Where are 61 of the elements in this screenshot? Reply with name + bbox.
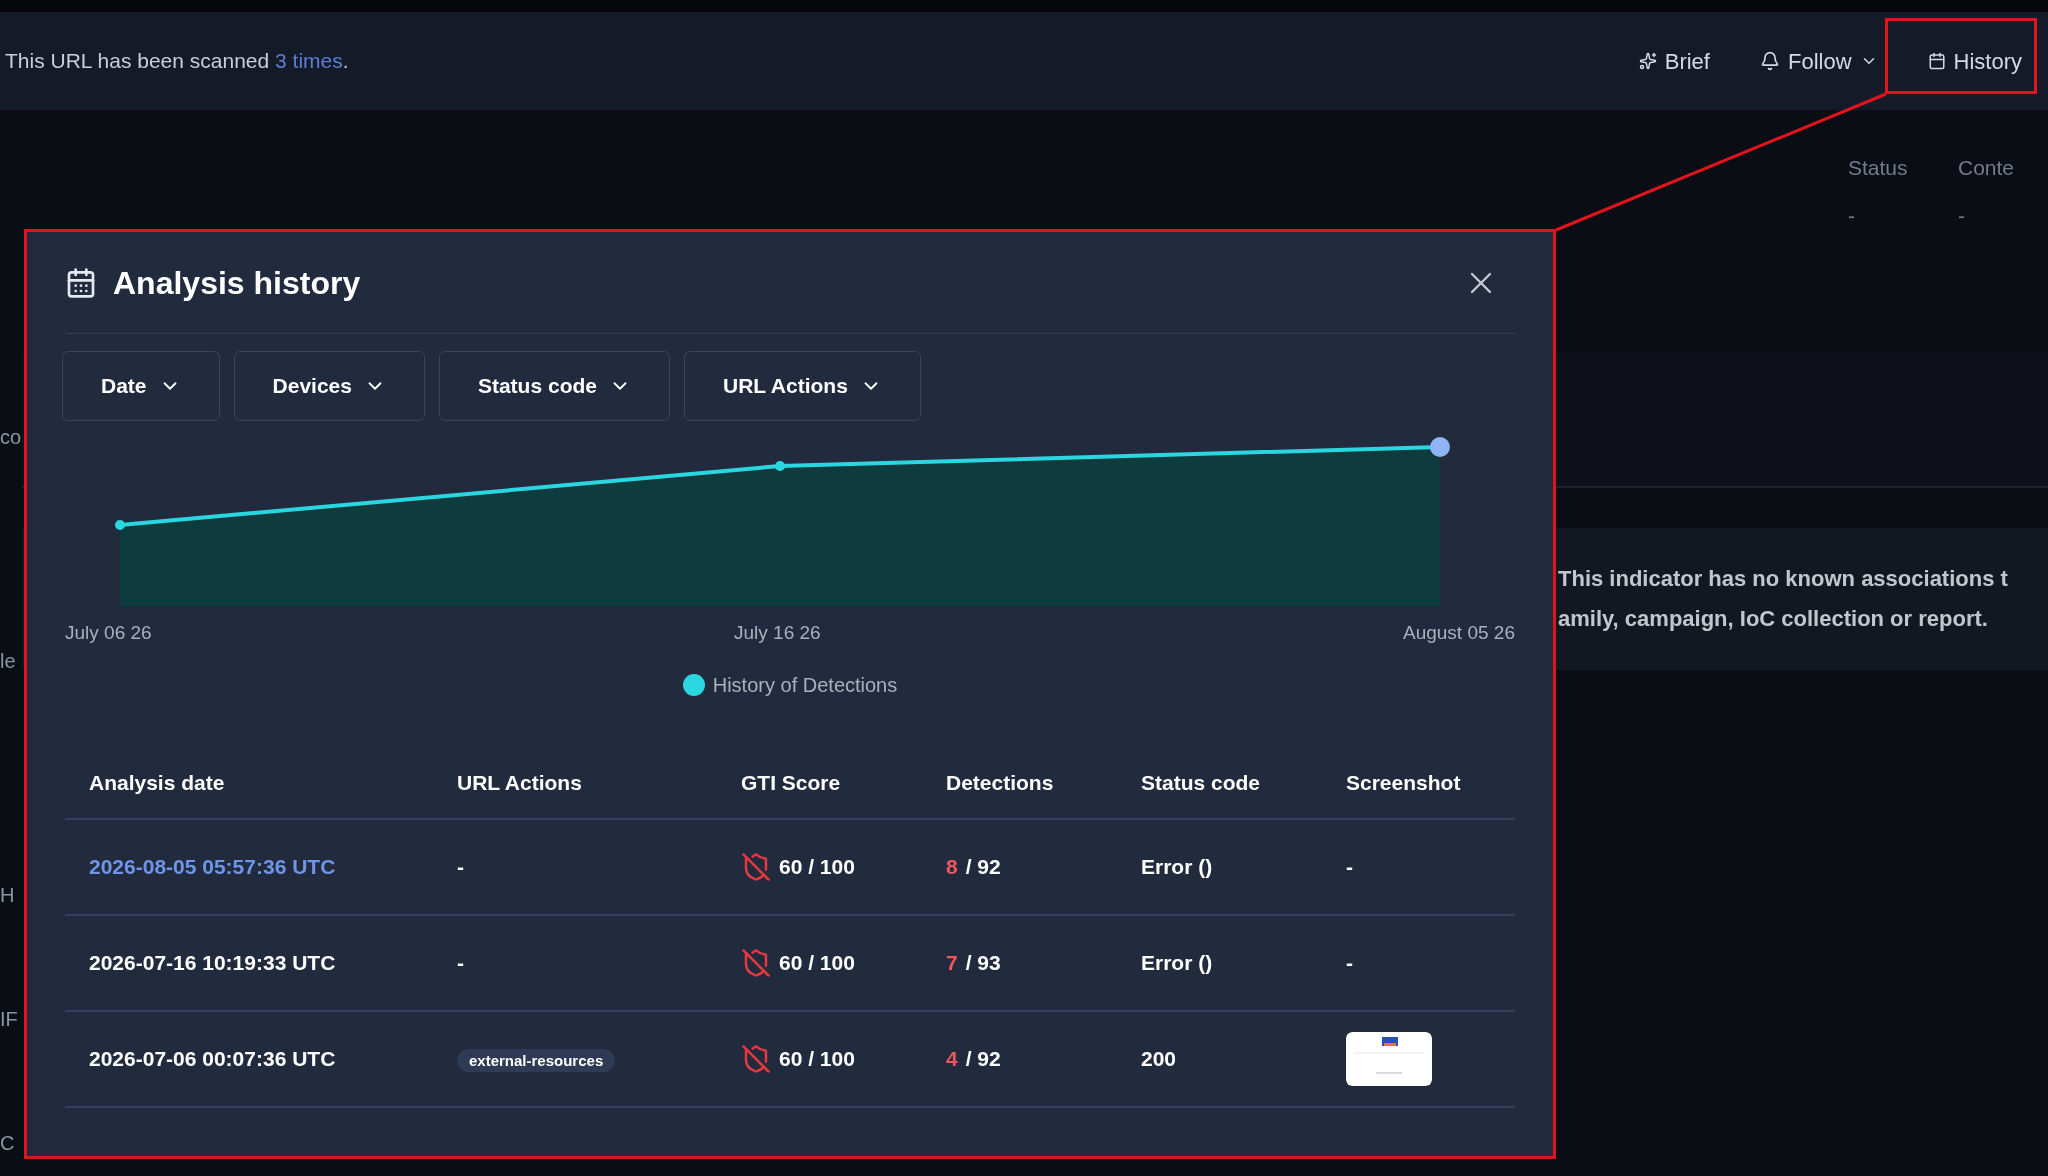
url-action-tag: external-resources	[457, 1048, 616, 1072]
column-header: Analysis date	[89, 769, 226, 796]
axis-label: July 16 26	[734, 621, 821, 645]
action-button[interactable]: History	[1919, 36, 2030, 86]
analysis-date-link[interactable]: 2026-08-05 05:57:36 UTC	[89, 850, 457, 883]
filter-dropdown[interactable]: URL Actions	[683, 351, 921, 421]
column-value: -	[1958, 202, 1966, 229]
table-cell-text: 2026-07-16 10:19:33 UTC	[89, 949, 337, 976]
detections-count: 7	[946, 949, 958, 976]
chart-point	[115, 520, 125, 530]
column-header: GTI Score	[741, 769, 842, 796]
detections-total: / 92	[965, 1045, 1001, 1072]
cut-off-text: IF	[0, 1007, 19, 1031]
axis-label: August 05 26	[1403, 621, 1515, 645]
associations-note: amily, campaign, IoC collection or report.	[1558, 605, 1989, 633]
shield-off-icon	[741, 947, 771, 978]
follow-dropdown[interactable]: Follow	[1751, 36, 1886, 86]
table-cell-text: 60 / 100	[779, 853, 855, 880]
detections-total: / 93	[965, 949, 1001, 976]
shield-off-icon	[741, 1043, 771, 1074]
sparkle-icon	[1638, 52, 1657, 70]
cut-off-text: H	[0, 883, 16, 907]
scan-count-link[interactable]: 3 times	[275, 49, 343, 73]
column-heading: Conte	[1958, 155, 2016, 181]
calendar-icon	[65, 266, 97, 299]
table-cell: -	[457, 950, 464, 974]
action-button[interactable]: Brief	[1630, 36, 1718, 86]
axis-label: July 06 26	[65, 621, 152, 645]
associations-note: This indicator has no known associations t	[1558, 565, 2009, 593]
detections-count: 8	[946, 853, 958, 880]
filter-dropdown[interactable]: Date	[62, 351, 220, 421]
bell-icon	[1759, 51, 1780, 71]
column-header: URL Actions	[457, 769, 583, 796]
calendar-icon	[1927, 52, 1946, 70]
dialog-title: Analysis history	[113, 263, 361, 303]
table-cell: -	[1346, 854, 1353, 878]
column-header: Screenshot	[1346, 769, 1462, 796]
chart-point[interactable]	[1430, 437, 1450, 457]
filter-dropdown[interactable]: Devices	[233, 351, 425, 421]
table-cell-text: Error ()	[1141, 949, 1214, 976]
table-cell-text: 2026-07-06 00:07:36 UTC	[89, 1045, 337, 1072]
filter-dropdown[interactable]: Status code	[438, 351, 670, 421]
shield-off-icon	[741, 851, 771, 882]
chart-point	[775, 461, 785, 471]
table-cell-text: 60 / 100	[779, 949, 855, 976]
column-heading: Status	[1848, 155, 1909, 181]
column-header: Detections	[946, 769, 1055, 796]
table-cell: -	[457, 854, 464, 878]
table-cell-text: Error ()	[1141, 853, 1214, 880]
table-cell-text: 200	[1141, 1045, 1178, 1072]
detections-total: / 92	[965, 853, 1001, 880]
column-value: -	[1848, 202, 1856, 229]
cut-off-text: co	[0, 425, 22, 449]
column-header: Status code	[1141, 769, 1262, 796]
cut-off-text: C	[0, 1131, 16, 1155]
detections-count: 4	[946, 1045, 958, 1072]
table-cell: -	[1346, 950, 1353, 974]
legend-label: History of Detections	[712, 672, 898, 698]
scan-count-text: This URL has been scanned 3 times.	[5, 48, 349, 75]
cut-off-text: le	[0, 649, 17, 673]
table-cell-text: 60 / 100	[779, 1045, 855, 1072]
